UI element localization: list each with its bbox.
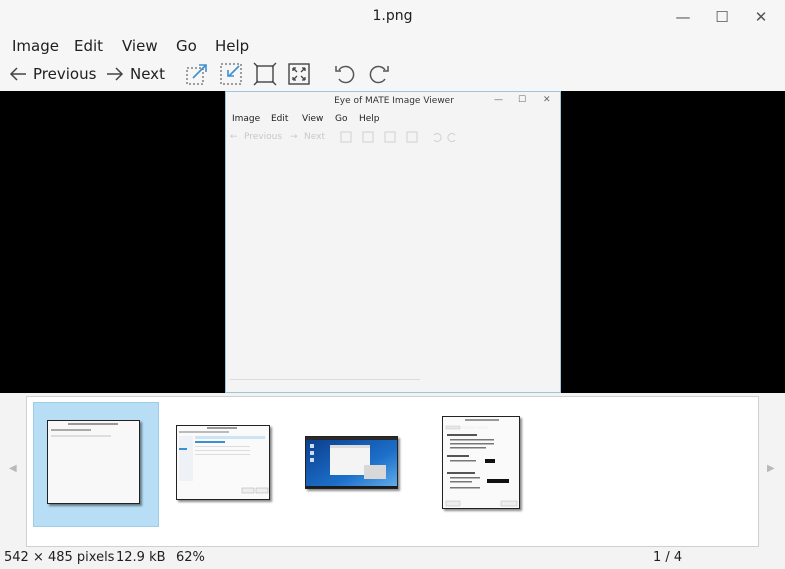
inner-menu-edit: Edit <box>271 114 289 124</box>
zoom-in-button[interactable] <box>185 62 209 86</box>
menu-bar: Image Edit View Go Help <box>0 34 785 58</box>
fullscreen-button[interactable] <box>287 62 311 86</box>
inner-divider <box>230 379 420 380</box>
thumbnail-4[interactable] <box>442 416 520 509</box>
inner-previous-label: Previous <box>244 132 283 142</box>
inner-arrow-right-icon: → <box>290 132 298 142</box>
maximize-button[interactable]: ☐ <box>711 6 733 28</box>
title-bar: 1.png — ☐ ✕ <box>0 0 785 34</box>
inner-arrow-left-icon: ← <box>230 132 238 142</box>
menu-image[interactable]: Image <box>12 37 59 55</box>
menu-edit[interactable]: Edit <box>74 37 103 55</box>
inner-menu-help: Help <box>359 114 380 124</box>
zoom-out-button[interactable] <box>219 62 243 86</box>
status-dimensions: 542 × 485 pixels <box>4 550 115 565</box>
zoom-in-icon <box>185 62 209 86</box>
rotate-left-icon <box>333 62 357 86</box>
inner-next-label: Next <box>304 132 325 142</box>
menu-help[interactable]: Help <box>215 37 249 55</box>
previous-button[interactable]: Previous <box>8 62 96 86</box>
minimize-button[interactable]: — <box>672 6 694 28</box>
inner-menu-image: Image <box>232 114 261 124</box>
arrow-right-icon <box>105 66 125 82</box>
menu-view[interactable]: View <box>122 37 158 55</box>
inner-toolbar-icons <box>340 131 456 143</box>
fit-button[interactable] <box>253 62 277 86</box>
next-button[interactable]: Next <box>105 62 165 86</box>
inner-menu-go: Go <box>335 114 348 124</box>
next-label: Next <box>130 65 165 83</box>
rotate-left-button[interactable] <box>333 62 357 86</box>
fullscreen-icon <box>287 62 311 86</box>
window-title: 1.png <box>372 8 413 24</box>
thumbnail-2[interactable] <box>176 425 270 500</box>
previous-label: Previous <box>33 65 97 83</box>
rotate-right-icon <box>367 62 391 86</box>
arrow-left-icon <box>8 66 28 82</box>
menu-go[interactable]: Go <box>176 37 197 55</box>
status-bar: 542 × 485 pixels 12.9 kB 62% 1 / 4 <box>0 550 785 569</box>
inner-menu-view: View <box>302 114 324 124</box>
fit-icon <box>253 62 277 86</box>
close-button[interactable]: ✕ <box>750 6 772 28</box>
rotate-right-button[interactable] <box>367 62 391 86</box>
zoom-out-icon <box>219 62 243 86</box>
status-file-size: 12.9 kB <box>116 550 166 565</box>
inner-maximize-icon: ☐ <box>518 95 527 105</box>
thumbnail-3[interactable] <box>305 436 398 489</box>
status-zoom: 62% <box>176 550 205 565</box>
scroll-left-icon[interactable]: ◀ <box>9 463 17 474</box>
inner-minimize-icon: — <box>494 95 503 105</box>
toolbar: Previous Next <box>0 58 785 91</box>
scroll-right-icon[interactable]: ▶ <box>767 463 775 474</box>
thumbnail-1[interactable] <box>47 420 140 504</box>
status-image-position: 1 / 4 <box>653 550 683 565</box>
inner-window-title: Eye of MATE Image Viewer <box>334 96 454 106</box>
displayed-image: Eye of MATE Image Viewer — ☐ ✕ Image Edi… <box>225 91 561 393</box>
inner-close-icon: ✕ <box>543 95 551 105</box>
